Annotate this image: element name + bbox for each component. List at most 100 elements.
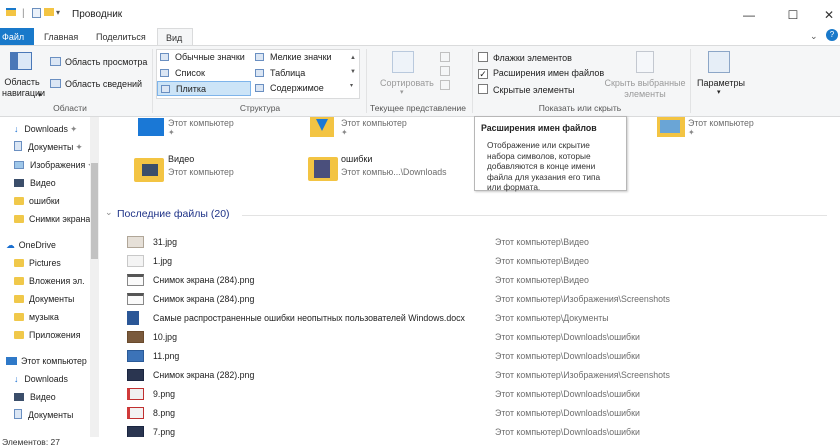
tab-share[interactable]: Поделиться — [88, 28, 154, 46]
recent-file-row[interactable]: Снимок экрана (284).png Этот компьютер\Ви… — [127, 271, 827, 289]
image-file-icon — [127, 350, 144, 362]
navigation-pane-icon[interactable] — [10, 52, 32, 70]
navigation-pane: ↓Downloads✦ Документы✦ Изображения✦ Виде… — [0, 117, 90, 437]
options-button[interactable]: Параметры — [697, 78, 745, 88]
nav-item-music[interactable]: музыка — [0, 308, 90, 326]
nav-item-apps[interactable]: Приложения — [0, 326, 90, 344]
nav-item-pictures[interactable]: Изображения✦ — [0, 156, 90, 174]
recent-file-row[interactable]: Снимок экрана (282).png Этот компьютер\Из… — [127, 366, 827, 384]
gallery-scroll-icon[interactable]: ▲ ▼ ▾ — [350, 51, 356, 93]
layout-small-icons-label: Мелкие значки — [270, 52, 332, 62]
extensions-checkbox[interactable]: ✓ — [478, 69, 488, 79]
chevron-down-icon[interactable]: ▾ — [400, 88, 404, 96]
pin-icon[interactable]: ✦ — [168, 128, 175, 137]
maximize-button[interactable]: ☐ — [778, 4, 808, 26]
item-checkboxes-label: Флажки элементов — [493, 53, 572, 63]
nav-item-pc-downloads[interactable]: ↓ Downloads — [0, 370, 90, 388]
pin-icon[interactable]: ✦ — [341, 128, 348, 137]
layout-details[interactable]: Таблица — [255, 68, 305, 78]
details-pane-button[interactable]: Область сведений — [50, 79, 142, 89]
layout-list[interactable]: Список — [160, 68, 205, 78]
chevron-down-icon[interactable]: ▾ — [717, 88, 721, 96]
hidden-items-checkbox[interactable] — [478, 84, 488, 94]
nav-scrollbar-thumb[interactable] — [91, 163, 98, 259]
item-count: Элементов: 27 — [2, 437, 60, 447]
hide-selected-icon[interactable] — [636, 51, 654, 73]
file-name: Самые распространенные ошибки неопытных … — [153, 313, 465, 323]
hidden-items-toggle[interactable]: Скрытые элементы — [478, 84, 574, 95]
nav-item-pc-videos[interactable]: Видео — [0, 388, 90, 406]
recent-file-row[interactable]: 8.png Этот компьютер\Downloads\ошибки — [127, 404, 827, 422]
recent-file-row[interactable]: 10.jpg Этот компьютер\Downloads\ошибки — [127, 328, 827, 346]
image-file-icon — [127, 331, 144, 343]
pin-icon[interactable]: ✦ — [688, 128, 695, 137]
recent-file-row[interactable]: 9.png Этот компьютер\Downloads\ошибки — [127, 385, 827, 403]
recent-files-header[interactable]: Последние файлы (20) — [117, 208, 230, 220]
videos-folder-icon[interactable] — [134, 158, 164, 182]
tooltip-title: Расширения имен файлов — [481, 123, 597, 133]
add-columns-icon[interactable] — [440, 66, 450, 76]
preview-pane-button[interactable]: Область просмотра — [50, 57, 147, 67]
close-button[interactable]: ✕ — [814, 4, 840, 26]
nav-item-pc-documents[interactable]: Документы — [0, 406, 90, 424]
tile-location: Этот компьютер — [341, 118, 407, 128]
tile-name[interactable]: Видео — [168, 154, 194, 164]
tab-home[interactable]: Главная — [36, 28, 86, 46]
word-document-icon — [127, 311, 139, 325]
frequent-folder-icon[interactable] — [138, 118, 164, 136]
tab-file[interactable]: Файл — [0, 28, 34, 46]
download-arrow-icon: ↓ — [14, 374, 19, 384]
layout-tiles[interactable]: Плитка — [157, 81, 251, 96]
nav-item-this-pc[interactable]: Этот компьютер — [0, 352, 90, 370]
sort-button[interactable]: Сортировать — [380, 78, 434, 88]
nav-item-downloads[interactable]: ↓ Downloads ✦ — [0, 120, 90, 138]
nav-item-documents[interactable]: Документы ✦ — [0, 138, 90, 156]
hide-selected-button[interactable]: Скрыть выбранные элементы — [604, 78, 686, 100]
qat-dropdown-icon[interactable]: ▾ — [56, 8, 60, 17]
tab-view[interactable]: Вид — [157, 28, 193, 46]
options-icon[interactable] — [708, 51, 730, 73]
nav-item-screenshots[interactable]: Снимки экрана — [0, 210, 90, 228]
chevron-down-icon[interactable]: ▾ — [38, 91, 42, 99]
recent-file-row[interactable]: 11.png Этот компьютер\Downloads\ошибки — [127, 347, 827, 365]
layout-large-icons[interactable]: Обычные значки — [160, 52, 245, 62]
tile-name[interactable]: ошибки — [341, 154, 372, 164]
navigation-pane-button[interactable]: Область навигации — [2, 77, 45, 99]
collapse-chevron-icon[interactable]: ⌄ — [105, 207, 113, 218]
content-scrollbar[interactable] — [831, 117, 840, 437]
ribbon-collapse-icon[interactable]: ⌄ — [810, 31, 818, 42]
item-checkboxes-toggle[interactable]: Флажки элементов — [478, 52, 572, 63]
nav-item-errors[interactable]: ошибки — [0, 192, 90, 210]
group-by-icon[interactable] — [440, 52, 450, 62]
new-folder-icon[interactable] — [44, 8, 54, 19]
nav-item-label: Приложения — [29, 330, 81, 340]
item-checkboxes-checkbox[interactable] — [478, 52, 488, 62]
nav-item-attachments[interactable]: Вложения эл. — [0, 272, 90, 290]
section-divider — [242, 215, 827, 216]
explorer-icon[interactable] — [6, 8, 16, 19]
nav-item-videos[interactable]: Видео — [0, 174, 90, 192]
nav-item-onedrive[interactable]: ☁ OneDrive — [0, 236, 90, 254]
recent-file-row[interactable]: Снимок экрана (284).png Этот компьютер\Из… — [127, 290, 827, 308]
errors-folder-icon[interactable] — [308, 157, 338, 181]
frequent-folder-icon[interactable] — [310, 117, 334, 137]
frequent-folder-icon[interactable] — [657, 117, 685, 137]
layout-content[interactable]: Содержимое — [255, 83, 324, 93]
recent-file-row[interactable]: Самые распространенные ошибки неопытных … — [127, 309, 827, 327]
recent-file-row[interactable]: 31.jpg Этот компьютер\Видео — [127, 233, 827, 251]
pin-icon[interactable]: ✦ — [75, 142, 82, 152]
help-icon[interactable]: ? — [826, 29, 838, 41]
nav-item-od-documents[interactable]: Документы — [0, 290, 90, 308]
size-columns-icon[interactable] — [440, 80, 450, 90]
nav-item-od-pictures[interactable]: Pictures — [0, 254, 90, 272]
extensions-toggle[interactable]: ✓ Расширения имен файлов — [478, 68, 604, 79]
sort-icon[interactable] — [392, 51, 414, 73]
image-file-icon — [127, 236, 144, 248]
minimize-button[interactable]: — — [734, 4, 764, 26]
file-name: Снимок экрана (284).png — [153, 294, 255, 304]
pin-icon[interactable]: ✦ — [70, 124, 77, 134]
nav-scrollbar[interactable] — [90, 117, 99, 437]
recent-file-row[interactable]: 1.jpg Этот компьютер\Видео — [127, 252, 827, 270]
properties-icon[interactable] — [32, 8, 41, 21]
layout-small-icons[interactable]: Мелкие значки — [255, 52, 332, 62]
